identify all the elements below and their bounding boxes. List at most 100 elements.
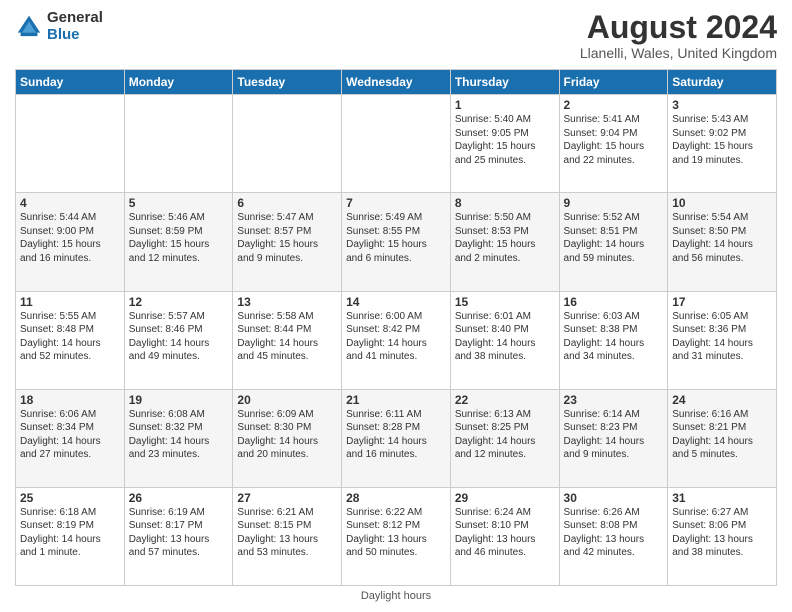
day-number: 7 — [346, 196, 446, 210]
day-number: 10 — [672, 196, 772, 210]
calendar-cell: 9Sunrise: 5:52 AM Sunset: 8:51 PM Daylig… — [559, 193, 668, 291]
day-number: 22 — [455, 393, 555, 407]
calendar-cell: 14Sunrise: 6:00 AM Sunset: 8:42 PM Dayli… — [342, 291, 451, 389]
logo-icon — [15, 13, 43, 41]
day-number: 31 — [672, 491, 772, 505]
col-thursday: Thursday — [450, 70, 559, 95]
day-number: 17 — [672, 295, 772, 309]
calendar-week-1: 4Sunrise: 5:44 AM Sunset: 9:00 PM Daylig… — [16, 193, 777, 291]
day-info: Sunrise: 6:24 AM Sunset: 8:10 PM Dayligh… — [455, 506, 555, 560]
calendar-header-row: Sunday Monday Tuesday Wednesday Thursday… — [16, 70, 777, 95]
calendar-cell: 22Sunrise: 6:13 AM Sunset: 8:25 PM Dayli… — [450, 389, 559, 487]
calendar-cell: 13Sunrise: 5:58 AM Sunset: 8:44 PM Dayli… — [233, 291, 342, 389]
title-block: August 2024 Llanelli, Wales, United King… — [580, 10, 777, 61]
day-info: Sunrise: 6:08 AM Sunset: 8:32 PM Dayligh… — [129, 408, 229, 462]
day-info: Sunrise: 6:00 AM Sunset: 8:42 PM Dayligh… — [346, 310, 446, 364]
day-number: 21 — [346, 393, 446, 407]
day-info: Sunrise: 5:44 AM Sunset: 9:00 PM Dayligh… — [20, 211, 120, 265]
day-info: Sunrise: 5:58 AM Sunset: 8:44 PM Dayligh… — [237, 310, 337, 364]
col-tuesday: Tuesday — [233, 70, 342, 95]
day-number: 11 — [20, 295, 120, 309]
day-number: 15 — [455, 295, 555, 309]
day-info: Sunrise: 5:46 AM Sunset: 8:59 PM Dayligh… — [129, 211, 229, 265]
calendar-cell: 1Sunrise: 5:40 AM Sunset: 9:05 PM Daylig… — [450, 95, 559, 193]
location: Llanelli, Wales, United Kingdom — [580, 45, 777, 61]
calendar-cell: 18Sunrise: 6:06 AM Sunset: 8:34 PM Dayli… — [16, 389, 125, 487]
footer: Daylight hours — [15, 590, 777, 602]
calendar-cell: 8Sunrise: 5:50 AM Sunset: 8:53 PM Daylig… — [450, 193, 559, 291]
calendar-cell: 2Sunrise: 5:41 AM Sunset: 9:04 PM Daylig… — [559, 95, 668, 193]
logo-blue-text: Blue — [47, 27, 103, 44]
day-info: Sunrise: 5:54 AM Sunset: 8:50 PM Dayligh… — [672, 211, 772, 265]
calendar-cell: 20Sunrise: 6:09 AM Sunset: 8:30 PM Dayli… — [233, 389, 342, 487]
col-friday: Friday — [559, 70, 668, 95]
day-info: Sunrise: 5:40 AM Sunset: 9:05 PM Dayligh… — [455, 113, 555, 167]
calendar-cell: 11Sunrise: 5:55 AM Sunset: 8:48 PM Dayli… — [16, 291, 125, 389]
day-info: Sunrise: 5:50 AM Sunset: 8:53 PM Dayligh… — [455, 211, 555, 265]
col-saturday: Saturday — [668, 70, 777, 95]
month-year: August 2024 — [580, 10, 777, 45]
calendar-cell: 6Sunrise: 5:47 AM Sunset: 8:57 PM Daylig… — [233, 193, 342, 291]
day-number: 19 — [129, 393, 229, 407]
day-number: 9 — [564, 196, 664, 210]
day-info: Sunrise: 6:05 AM Sunset: 8:36 PM Dayligh… — [672, 310, 772, 364]
day-number: 14 — [346, 295, 446, 309]
day-info: Sunrise: 5:57 AM Sunset: 8:46 PM Dayligh… — [129, 310, 229, 364]
calendar-cell: 30Sunrise: 6:26 AM Sunset: 8:08 PM Dayli… — [559, 487, 668, 585]
calendar-week-3: 18Sunrise: 6:06 AM Sunset: 8:34 PM Dayli… — [16, 389, 777, 487]
calendar-cell: 26Sunrise: 6:19 AM Sunset: 8:17 PM Dayli… — [124, 487, 233, 585]
calendar-cell: 23Sunrise: 6:14 AM Sunset: 8:23 PM Dayli… — [559, 389, 668, 487]
calendar-cell: 21Sunrise: 6:11 AM Sunset: 8:28 PM Dayli… — [342, 389, 451, 487]
calendar-cell — [342, 95, 451, 193]
calendar-cell: 31Sunrise: 6:27 AM Sunset: 8:06 PM Dayli… — [668, 487, 777, 585]
day-info: Sunrise: 6:19 AM Sunset: 8:17 PM Dayligh… — [129, 506, 229, 560]
calendar-week-2: 11Sunrise: 5:55 AM Sunset: 8:48 PM Dayli… — [16, 291, 777, 389]
calendar-cell: 29Sunrise: 6:24 AM Sunset: 8:10 PM Dayli… — [450, 487, 559, 585]
day-number: 30 — [564, 491, 664, 505]
calendar-table: Sunday Monday Tuesday Wednesday Thursday… — [15, 69, 777, 586]
calendar-cell: 3Sunrise: 5:43 AM Sunset: 9:02 PM Daylig… — [668, 95, 777, 193]
day-info: Sunrise: 5:55 AM Sunset: 8:48 PM Dayligh… — [20, 310, 120, 364]
day-info: Sunrise: 6:06 AM Sunset: 8:34 PM Dayligh… — [20, 408, 120, 462]
day-info: Sunrise: 5:49 AM Sunset: 8:55 PM Dayligh… — [346, 211, 446, 265]
day-number: 27 — [237, 491, 337, 505]
day-number: 18 — [20, 393, 120, 407]
day-number: 8 — [455, 196, 555, 210]
day-number: 23 — [564, 393, 664, 407]
day-info: Sunrise: 6:01 AM Sunset: 8:40 PM Dayligh… — [455, 310, 555, 364]
day-number: 6 — [237, 196, 337, 210]
day-info: Sunrise: 6:16 AM Sunset: 8:21 PM Dayligh… — [672, 408, 772, 462]
calendar-cell: 15Sunrise: 6:01 AM Sunset: 8:40 PM Dayli… — [450, 291, 559, 389]
col-sunday: Sunday — [16, 70, 125, 95]
calendar-cell: 7Sunrise: 5:49 AM Sunset: 8:55 PM Daylig… — [342, 193, 451, 291]
day-number: 29 — [455, 491, 555, 505]
day-info: Sunrise: 6:09 AM Sunset: 8:30 PM Dayligh… — [237, 408, 337, 462]
day-info: Sunrise: 6:22 AM Sunset: 8:12 PM Dayligh… — [346, 506, 446, 560]
calendar-cell — [233, 95, 342, 193]
logo: General Blue — [15, 10, 103, 43]
col-monday: Monday — [124, 70, 233, 95]
day-info: Sunrise: 6:14 AM Sunset: 8:23 PM Dayligh… — [564, 408, 664, 462]
calendar-cell: 10Sunrise: 5:54 AM Sunset: 8:50 PM Dayli… — [668, 193, 777, 291]
day-number: 4 — [20, 196, 120, 210]
day-info: Sunrise: 5:52 AM Sunset: 8:51 PM Dayligh… — [564, 211, 664, 265]
logo-text: General Blue — [47, 10, 103, 43]
day-info: Sunrise: 5:43 AM Sunset: 9:02 PM Dayligh… — [672, 113, 772, 167]
calendar-cell: 25Sunrise: 6:18 AM Sunset: 8:19 PM Dayli… — [16, 487, 125, 585]
calendar-cell: 12Sunrise: 5:57 AM Sunset: 8:46 PM Dayli… — [124, 291, 233, 389]
day-info: Sunrise: 5:41 AM Sunset: 9:04 PM Dayligh… — [564, 113, 664, 167]
day-info: Sunrise: 6:18 AM Sunset: 8:19 PM Dayligh… — [20, 506, 120, 560]
day-info: Sunrise: 5:47 AM Sunset: 8:57 PM Dayligh… — [237, 211, 337, 265]
calendar-cell: 16Sunrise: 6:03 AM Sunset: 8:38 PM Dayli… — [559, 291, 668, 389]
header: General Blue August 2024 Llanelli, Wales… — [15, 10, 777, 61]
calendar-cell: 5Sunrise: 5:46 AM Sunset: 8:59 PM Daylig… — [124, 193, 233, 291]
day-info: Sunrise: 6:21 AM Sunset: 8:15 PM Dayligh… — [237, 506, 337, 560]
calendar-cell: 4Sunrise: 5:44 AM Sunset: 9:00 PM Daylig… — [16, 193, 125, 291]
day-info: Sunrise: 6:11 AM Sunset: 8:28 PM Dayligh… — [346, 408, 446, 462]
calendar-cell — [124, 95, 233, 193]
calendar-cell: 17Sunrise: 6:05 AM Sunset: 8:36 PM Dayli… — [668, 291, 777, 389]
day-info: Sunrise: 6:13 AM Sunset: 8:25 PM Dayligh… — [455, 408, 555, 462]
calendar-cell: 27Sunrise: 6:21 AM Sunset: 8:15 PM Dayli… — [233, 487, 342, 585]
logo-general-text: General — [47, 10, 103, 27]
page: General Blue August 2024 Llanelli, Wales… — [0, 0, 792, 612]
